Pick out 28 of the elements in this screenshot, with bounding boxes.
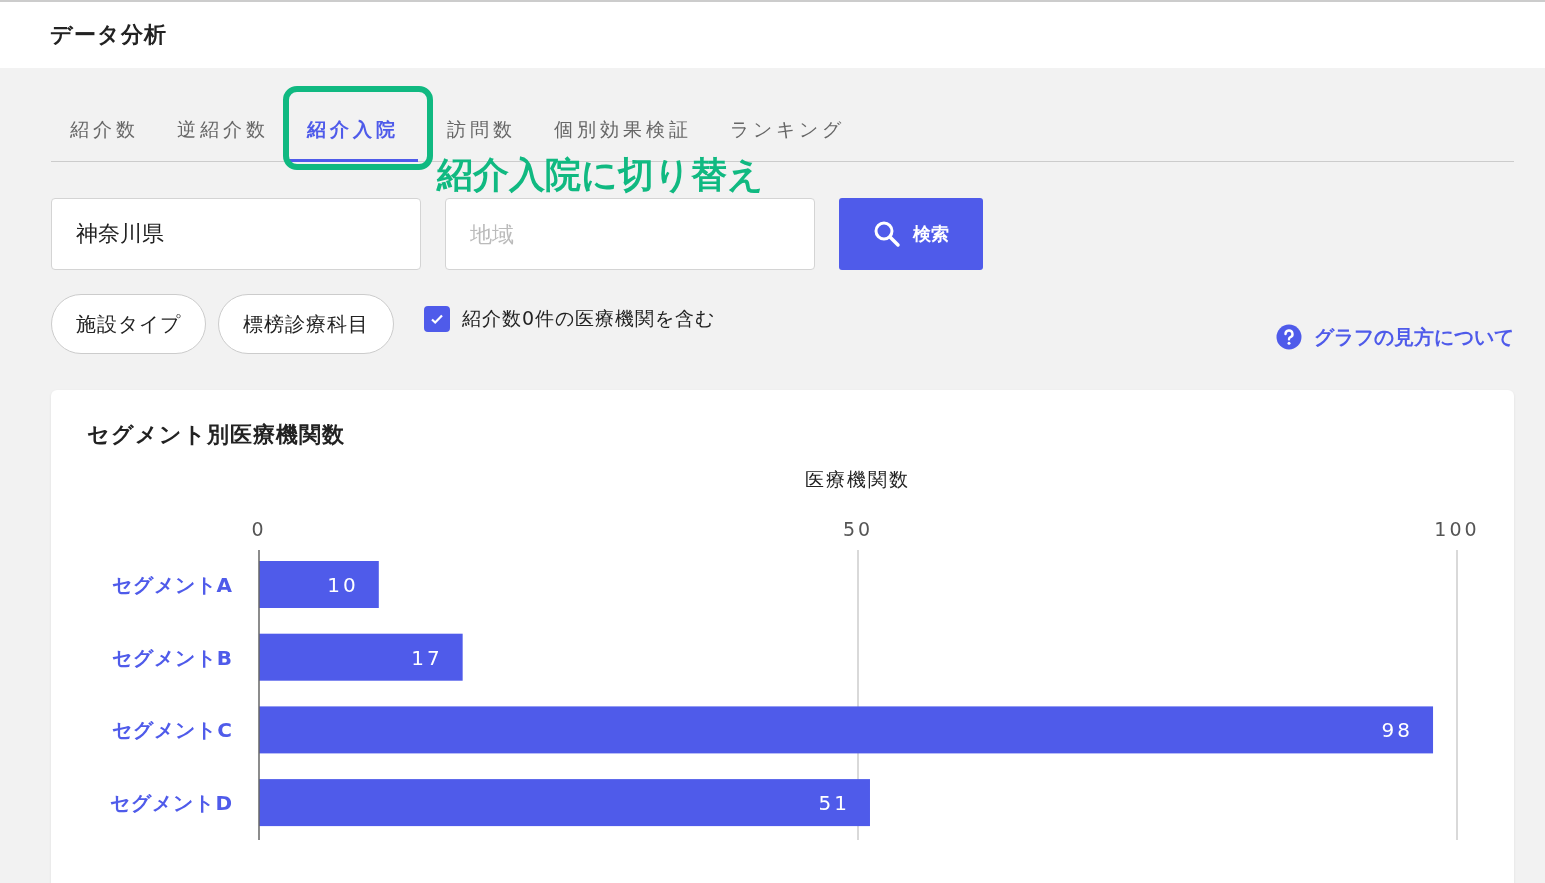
region-field[interactable]: 地域 [445,198,815,270]
category-label: セグメントB [111,645,233,670]
annotation-label: 紹介入院に切り替え [437,156,764,194]
value-label: 51 [818,791,850,816]
tab[interactable]: 逆紹介数 [158,117,288,162]
help-icon [1276,324,1302,350]
checkbox-icon[interactable] [424,306,450,332]
filter-pill[interactable]: 標榜診療科目 [218,294,394,354]
tick-label: 100 [1434,518,1480,540]
category-label: セグメントC [112,718,233,743]
tick-label: 50 [842,518,874,540]
tick-label: 0 [251,518,267,540]
category-label: セグメントA [111,573,233,597]
axis-title: 医療機関数 [804,468,910,490]
value-label: 98 [1381,718,1414,743]
card-title: セグメント別医療機関数 [87,421,346,449]
filter-pill[interactable]: 施設タイプ [51,294,206,354]
help-link[interactable]: グラフの見方について [1276,323,1514,351]
search-icon [873,220,901,248]
include-zero-checkbox[interactable]: 紹介数0件の医療機関を含む [424,306,716,332]
value-label: 17 [411,645,443,670]
value-label: 10 [327,573,359,597]
prefecture-field[interactable]: 神奈川県 [51,198,421,270]
category-label: セグメントD [110,791,233,816]
tab[interactable]: 紹介入院 [288,117,418,162]
tab[interactable]: 紹介数 [51,117,158,162]
page-title: データ分析 [50,21,167,49]
search-button[interactable]: 検索 [839,198,983,270]
